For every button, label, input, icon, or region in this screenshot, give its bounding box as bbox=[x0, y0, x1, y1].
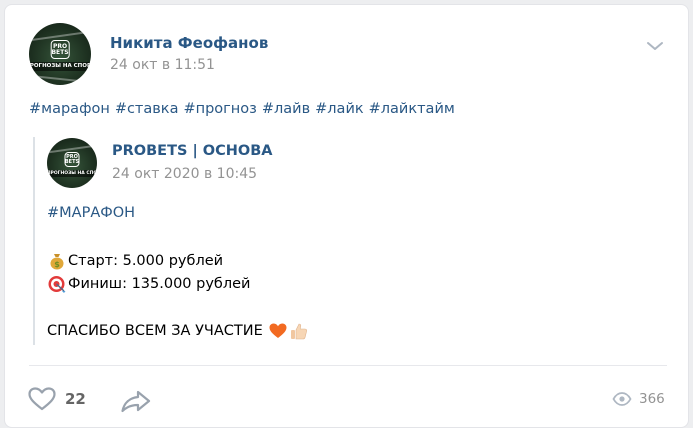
start-line: $ Старт: 5.000 рублей bbox=[47, 251, 223, 271]
thanks-text: СПАСИБО ВСЕМ ЗА УЧАСТИЕ bbox=[47, 323, 263, 339]
money-bag-icon: $ bbox=[50, 254, 64, 270]
hashtag-link[interactable]: #марафон bbox=[29, 101, 110, 117]
thumbs-up-icon bbox=[290, 323, 307, 340]
svg-text:$: $ bbox=[54, 260, 60, 269]
avatar-logo: PRO BETS bbox=[64, 152, 80, 167]
heart-outline-icon bbox=[28, 387, 56, 411]
views-counter: 366 bbox=[612, 391, 665, 407]
target-icon bbox=[48, 276, 66, 293]
avatar-logo: PRO BETS bbox=[50, 40, 70, 59]
thanks-line: СПАСИБО ВСЕМ ЗА УЧАСТИЕ bbox=[47, 321, 310, 341]
share-arrow-icon[interactable] bbox=[119, 387, 153, 415]
post-hashtags: #марафон #ставка #прогноз #лайв #лайк #лайкта… bbox=[29, 101, 460, 117]
avatar-band-text: ПРОГНОЗЫ НА СПО bbox=[47, 169, 97, 177]
chevron-down-icon[interactable] bbox=[645, 39, 665, 53]
repost-line bbox=[33, 137, 35, 345]
footer-divider bbox=[29, 365, 667, 366]
post-card: PRO BETS ПРОГНОЗЫ НА СПОРТ Никита Феофан… bbox=[4, 4, 689, 428]
finish-line: Финиш: 135.000 рублей bbox=[47, 274, 250, 294]
finish-text: Финиш: 135.000 рублей bbox=[68, 276, 251, 292]
eye-icon bbox=[612, 392, 632, 406]
like-button[interactable]: 22 bbox=[27, 385, 86, 413]
hashtag-link[interactable]: #лайв bbox=[262, 101, 310, 117]
hashtag-link[interactable]: #лайктайм bbox=[369, 101, 455, 117]
hashtag-link[interactable]: #лайк bbox=[315, 101, 363, 117]
start-text: Старт: 5.000 рублей bbox=[68, 253, 224, 269]
like-count: 22 bbox=[65, 390, 86, 408]
repost-time[interactable]: 24 окт 2020 в 10:45 bbox=[112, 166, 257, 182]
group-avatar[interactable]: PRO BETS ПРОГНОЗЫ НА СПО bbox=[47, 138, 97, 188]
views-count: 366 bbox=[639, 391, 665, 407]
author-name[interactable]: Никита Феофанов bbox=[110, 34, 268, 52]
repost-group-name[interactable]: PROBETS | ОСНОВА bbox=[112, 143, 273, 159]
avatar-band-text: ПРОГНОЗЫ НА СПОРТ bbox=[29, 62, 91, 71]
post-time[interactable]: 24 окт в 11:51 bbox=[110, 57, 215, 73]
hashtag-link[interactable]: #ставка bbox=[115, 101, 179, 117]
avatar-decor bbox=[29, 73, 91, 84]
hashtag-link[interactable]: #прогноз bbox=[183, 101, 256, 117]
repost-hashtag[interactable]: #МАРАФОН bbox=[47, 205, 135, 221]
heart-emoji-icon bbox=[269, 323, 287, 338]
author-avatar[interactable]: PRO BETS ПРОГНОЗЫ НА СПОРТ bbox=[29, 23, 91, 85]
